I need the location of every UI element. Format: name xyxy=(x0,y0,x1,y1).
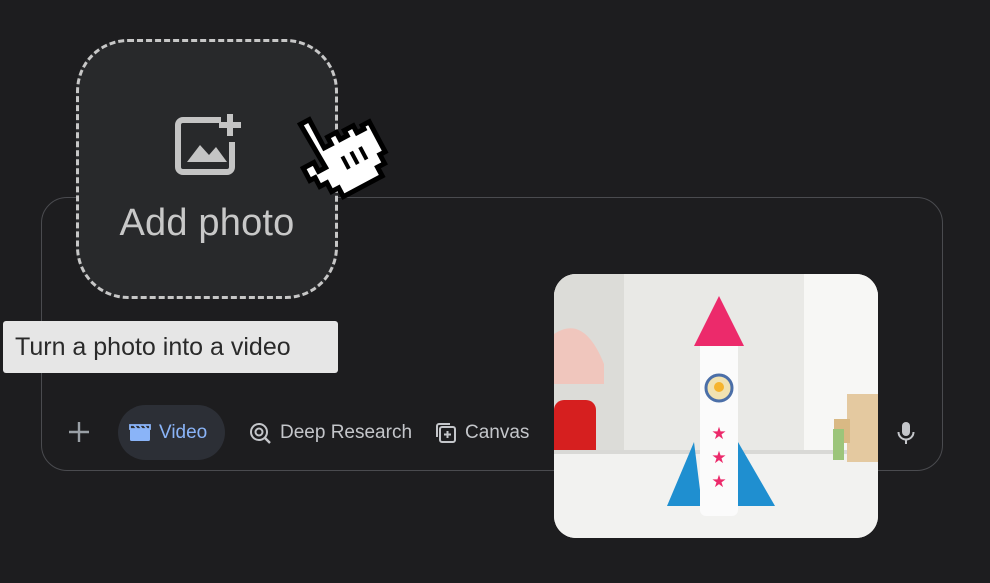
hand-pointer-cursor-icon xyxy=(288,103,392,206)
rocket-photo-thumbnail: ★ ★ ★ xyxy=(554,274,878,538)
svg-text:★: ★ xyxy=(711,472,726,492)
video-chip[interactable]: Video xyxy=(118,405,225,460)
canvas-icon xyxy=(435,422,457,444)
video-chip-label: Video xyxy=(159,421,208,443)
plus-icon[interactable] xyxy=(66,419,92,445)
deep-research-label: Deep Research xyxy=(280,421,413,443)
deep-research-icon xyxy=(248,421,272,445)
microphone-icon[interactable] xyxy=(895,420,917,451)
svg-text:★: ★ xyxy=(711,448,726,468)
canvas-chip[interactable]: Canvas xyxy=(435,405,529,460)
canvas-label: Canvas xyxy=(465,421,530,443)
add-photo-icon xyxy=(175,112,241,181)
video-clapper-icon xyxy=(129,423,151,442)
tooltip: Turn a photo into a video xyxy=(3,321,338,373)
add-photo-label: Add photo xyxy=(119,202,295,244)
svg-text:★: ★ xyxy=(711,424,726,444)
deep-research-chip[interactable]: Deep Research xyxy=(248,405,412,460)
